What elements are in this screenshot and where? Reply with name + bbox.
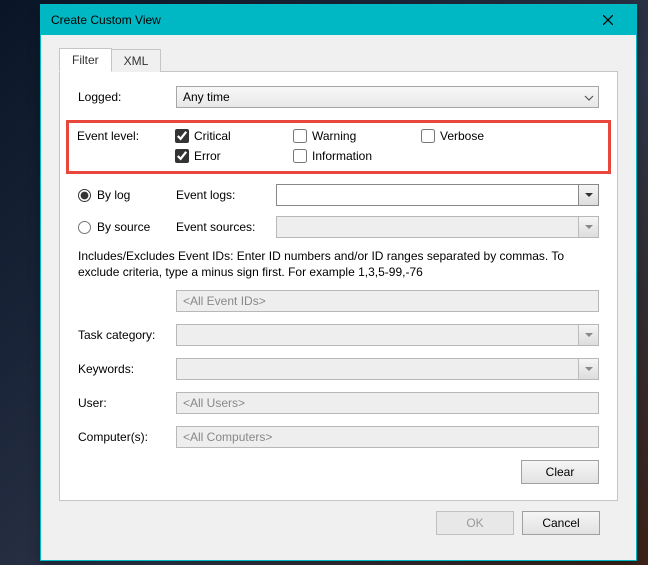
titlebar[interactable]: Create Custom View — [41, 5, 636, 35]
cancel-button[interactable]: Cancel — [522, 511, 600, 535]
event-level-highlight: Event level: Critical Warning Verbose Er… — [66, 120, 611, 174]
dialog-content: Filter XML Logged: Any time Event level: — [41, 35, 636, 553]
checkbox-critical[interactable]: Critical — [175, 129, 275, 143]
logged-dropdown[interactable]: Any time — [176, 86, 599, 108]
checkbox-verbose[interactable]: Verbose — [421, 129, 521, 143]
ok-button[interactable]: OK — [436, 511, 514, 535]
help-text: Includes/Excludes Event IDs: Enter ID nu… — [78, 248, 599, 280]
task-category-dropdown[interactable] — [176, 324, 599, 346]
event-sources-dropdown[interactable] — [276, 216, 599, 238]
computers-input[interactable]: <All Computers> — [176, 426, 599, 448]
chevron-down-icon — [584, 90, 594, 104]
user-label: User: — [78, 396, 176, 410]
chevron-down-icon — [578, 185, 598, 205]
clear-button[interactable]: Clear — [521, 460, 599, 484]
chevron-down-icon — [578, 359, 598, 379]
dialog-buttons: OK Cancel — [59, 501, 618, 539]
checkbox-error[interactable]: Error — [175, 149, 275, 163]
close-icon[interactable] — [588, 8, 628, 32]
event-level-label: Event level: — [77, 129, 175, 169]
tab-panel-filter: Logged: Any time Event level: Criti — [59, 71, 618, 501]
create-custom-view-dialog: Create Custom View Filter XML Logged: An… — [40, 4, 637, 561]
checkbox-information[interactable]: Information — [293, 149, 403, 163]
window-title: Create Custom View — [51, 13, 588, 27]
tab-xml[interactable]: XML — [111, 49, 162, 72]
event-sources-label: Event sources: — [176, 220, 276, 234]
chevron-down-icon — [578, 325, 598, 345]
radio-by-log[interactable]: By log — [78, 188, 176, 202]
event-ids-input[interactable]: <All Event IDs> — [176, 290, 599, 312]
user-input[interactable]: <All Users> — [176, 392, 599, 414]
event-logs-dropdown[interactable] — [276, 184, 599, 206]
keywords-label: Keywords: — [78, 362, 176, 376]
logged-value: Any time — [183, 90, 230, 104]
tab-filter[interactable]: Filter — [59, 48, 112, 72]
event-logs-label: Event logs: — [176, 188, 276, 202]
tabstrip: Filter XML — [59, 47, 618, 71]
keywords-dropdown[interactable] — [176, 358, 599, 380]
checkbox-warning[interactable]: Warning — [293, 129, 403, 143]
task-category-label: Task category: — [78, 328, 176, 342]
computers-label: Computer(s): — [78, 430, 176, 444]
logged-label: Logged: — [78, 90, 176, 104]
chevron-down-icon — [578, 217, 598, 237]
radio-by-source[interactable]: By source — [78, 220, 176, 234]
